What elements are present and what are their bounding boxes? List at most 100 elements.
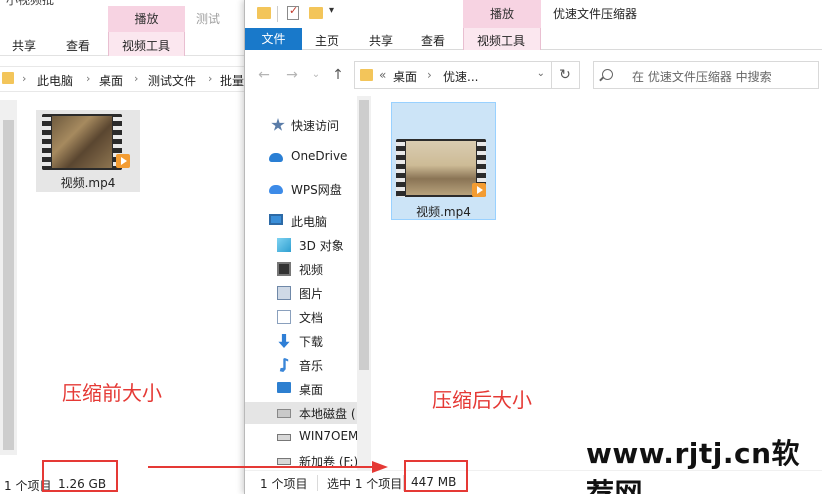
video-folder-icon xyxy=(277,262,291,276)
left-tab-play[interactable]: 播放 xyxy=(108,6,185,32)
tab-video-tools[interactable]: 视频工具 xyxy=(477,32,525,49)
nav-item[interactable]: 本地磁盘 ( xyxy=(245,402,357,424)
download-arrow-icon xyxy=(278,334,290,348)
nav-item[interactable]: 桌面 xyxy=(245,378,357,400)
arrow-icon xyxy=(148,461,388,473)
nav-item-label: WPS网盘 xyxy=(291,183,342,197)
computer-icon xyxy=(269,214,283,225)
folder-icon[interactable] xyxy=(257,7,271,19)
nav-item-label: 视频 xyxy=(299,263,324,277)
pictures-folder-icon xyxy=(277,286,291,300)
wps-cloud-icon xyxy=(269,185,283,194)
left-crumb-batch[interactable]: 批量 xyxy=(220,72,244,89)
recent-dropdown-icon[interactable]: ⌄ xyxy=(307,66,325,84)
tab-home[interactable]: 主页 xyxy=(315,32,339,49)
right-crumb-current[interactable]: 优速... xyxy=(443,68,478,85)
nav-item-label: 快速访问 xyxy=(291,119,340,133)
up-arrow-icon[interactable]: ↑ xyxy=(329,66,347,84)
left-explorer-window: 小视频批 播放 测试 共享 查看 视频工具 › 此电脑 › 桌面 › 测试文件 … xyxy=(0,0,248,494)
nav-item-label: OneDrive xyxy=(291,149,348,163)
nav-item-label: 3D 对象 xyxy=(299,239,344,253)
tab-view[interactable]: 查看 xyxy=(421,32,445,49)
right-file-name: 视频.mp4 xyxy=(416,205,471,219)
right-title-bar: ▾ 播放 优速文件压缩器 xyxy=(245,0,822,28)
new-folder-icon[interactable] xyxy=(309,7,323,19)
annotation-after-size: 压缩后大小 xyxy=(432,388,532,412)
right-crumb-desktop[interactable]: 桌面 xyxy=(393,68,417,85)
left-address-bar[interactable]: › 此电脑 › 桌面 › 测试文件 › 批量 xyxy=(0,66,248,92)
star-icon xyxy=(271,118,285,131)
right-explorer-window: ▾ 播放 优速文件压缩器 文件 主页 共享 查看 视频工具 ← → ⌄ ↑ « … xyxy=(244,0,822,494)
address-overflow-icon[interactable]: « xyxy=(379,68,386,82)
nav-item[interactable]: 音乐 xyxy=(245,354,357,376)
nav-item[interactable]: 文档 xyxy=(245,306,357,328)
nav-item[interactable]: 图片 xyxy=(245,282,357,304)
chevron-right-icon: › xyxy=(208,72,213,85)
left-crumb-this-pc[interactable]: 此电脑 xyxy=(37,72,73,89)
tab-file[interactable]: 文件 xyxy=(245,28,302,50)
back-arrow-icon[interactable]: ← xyxy=(255,66,273,84)
scrollbar-thumb[interactable] xyxy=(3,120,14,450)
right-address-bar[interactable]: « 桌面 › 优速... ⌄ ↻ xyxy=(354,61,580,89)
nav-item-label: 本地磁盘 ( xyxy=(299,407,356,421)
tab-share[interactable]: 共享 xyxy=(369,32,393,49)
left-window-title: 小视频批 xyxy=(6,0,55,7)
properties-check-icon[interactable] xyxy=(287,4,299,20)
right-ribbon-tabs: 文件 主页 共享 查看 视频工具 xyxy=(245,28,822,50)
left-status-bar: 1 个项目 1.26 GB xyxy=(0,474,248,494)
nav-item[interactable]: 3D 对象 xyxy=(245,234,357,256)
nav-item-label: 此电脑 xyxy=(291,215,328,229)
desktop-folder-icon xyxy=(277,382,291,393)
right-navigation-bar: ← → ⌄ ↑ « 桌面 › 优速... ⌄ ↻ 在 优速文件压缩器 中搜索 xyxy=(245,60,822,90)
cloud-icon xyxy=(269,153,283,162)
local-disk-icon xyxy=(277,409,291,418)
left-scrollbar[interactable] xyxy=(0,100,17,455)
left-tab-video-tools[interactable]: 视频工具 xyxy=(122,37,170,54)
navigation-pane: 快速访问 OneDrive WPS网盘此电脑 3D 对象视频图片文档下载音乐桌面本地磁… xyxy=(245,96,357,470)
nav-item[interactable]: 下载 xyxy=(245,330,357,352)
refresh-icon[interactable]: ↻ xyxy=(551,61,578,89)
address-dropdown-icon[interactable]: ⌄ xyxy=(537,68,545,79)
left-tab-view[interactable]: 查看 xyxy=(66,37,90,54)
right-window-title: 优速文件压缩器 xyxy=(553,7,638,21)
nav-item[interactable]: WPS网盘 xyxy=(245,178,357,200)
folder-icon xyxy=(360,69,373,81)
nav-item-label: 图片 xyxy=(299,287,324,301)
right-status-selected: 选中 1 个项目 xyxy=(327,477,403,491)
search-box[interactable]: 在 优速文件压缩器 中搜索 xyxy=(593,61,819,89)
drive-icon xyxy=(277,434,291,441)
search-icon xyxy=(602,69,613,80)
left-crumb-desktop[interactable]: 桌面 xyxy=(99,72,123,89)
nav-item[interactable]: OneDrive xyxy=(245,146,357,168)
nav-item-label: 音乐 xyxy=(299,359,324,373)
navigation-pane-scrollbar[interactable] xyxy=(357,96,371,470)
search-input[interactable]: 在 优速文件压缩器 中搜索 xyxy=(632,68,772,85)
nav-item-label: 文档 xyxy=(299,311,324,325)
annotation-before-size: 压缩前大小 xyxy=(62,381,162,405)
left-crumb-test-files[interactable]: 测试文件 xyxy=(148,72,196,89)
nav-item-label: WIN7OEM xyxy=(299,429,357,443)
chevron-right-icon: › xyxy=(427,68,432,82)
left-file-name: 视频.mp4 xyxy=(60,176,116,190)
chevron-right-icon: › xyxy=(134,72,139,85)
right-file-item[interactable]: 视频.mp4 xyxy=(391,102,496,220)
right-tab-play[interactable]: 播放 xyxy=(463,0,541,28)
forward-arrow-icon[interactable]: → xyxy=(283,66,301,84)
nav-item[interactable]: 视频 xyxy=(245,258,357,280)
nav-item[interactable]: WIN7OEM xyxy=(245,426,357,448)
nav-item[interactable]: 此电脑 xyxy=(245,210,357,232)
watermark: www.rjtj.cn软荐网 xyxy=(586,437,801,494)
left-tab-test[interactable]: 测试 xyxy=(196,10,220,27)
cube-icon xyxy=(277,238,291,252)
nav-item[interactable]: 快速访问 xyxy=(245,114,357,136)
highlight-box-after xyxy=(404,460,468,492)
video-thumbnail xyxy=(42,114,122,170)
left-file-item[interactable]: 视频.mp4 xyxy=(36,110,140,192)
nav-item-label: 下载 xyxy=(299,335,324,349)
quick-access-dropdown-icon[interactable]: ▾ xyxy=(329,5,334,16)
chevron-right-icon: › xyxy=(86,72,91,85)
play-badge-icon xyxy=(116,154,130,168)
left-tab-share[interactable]: 共享 xyxy=(12,37,36,54)
documents-folder-icon xyxy=(277,310,291,324)
scrollbar-thumb[interactable] xyxy=(359,100,369,370)
